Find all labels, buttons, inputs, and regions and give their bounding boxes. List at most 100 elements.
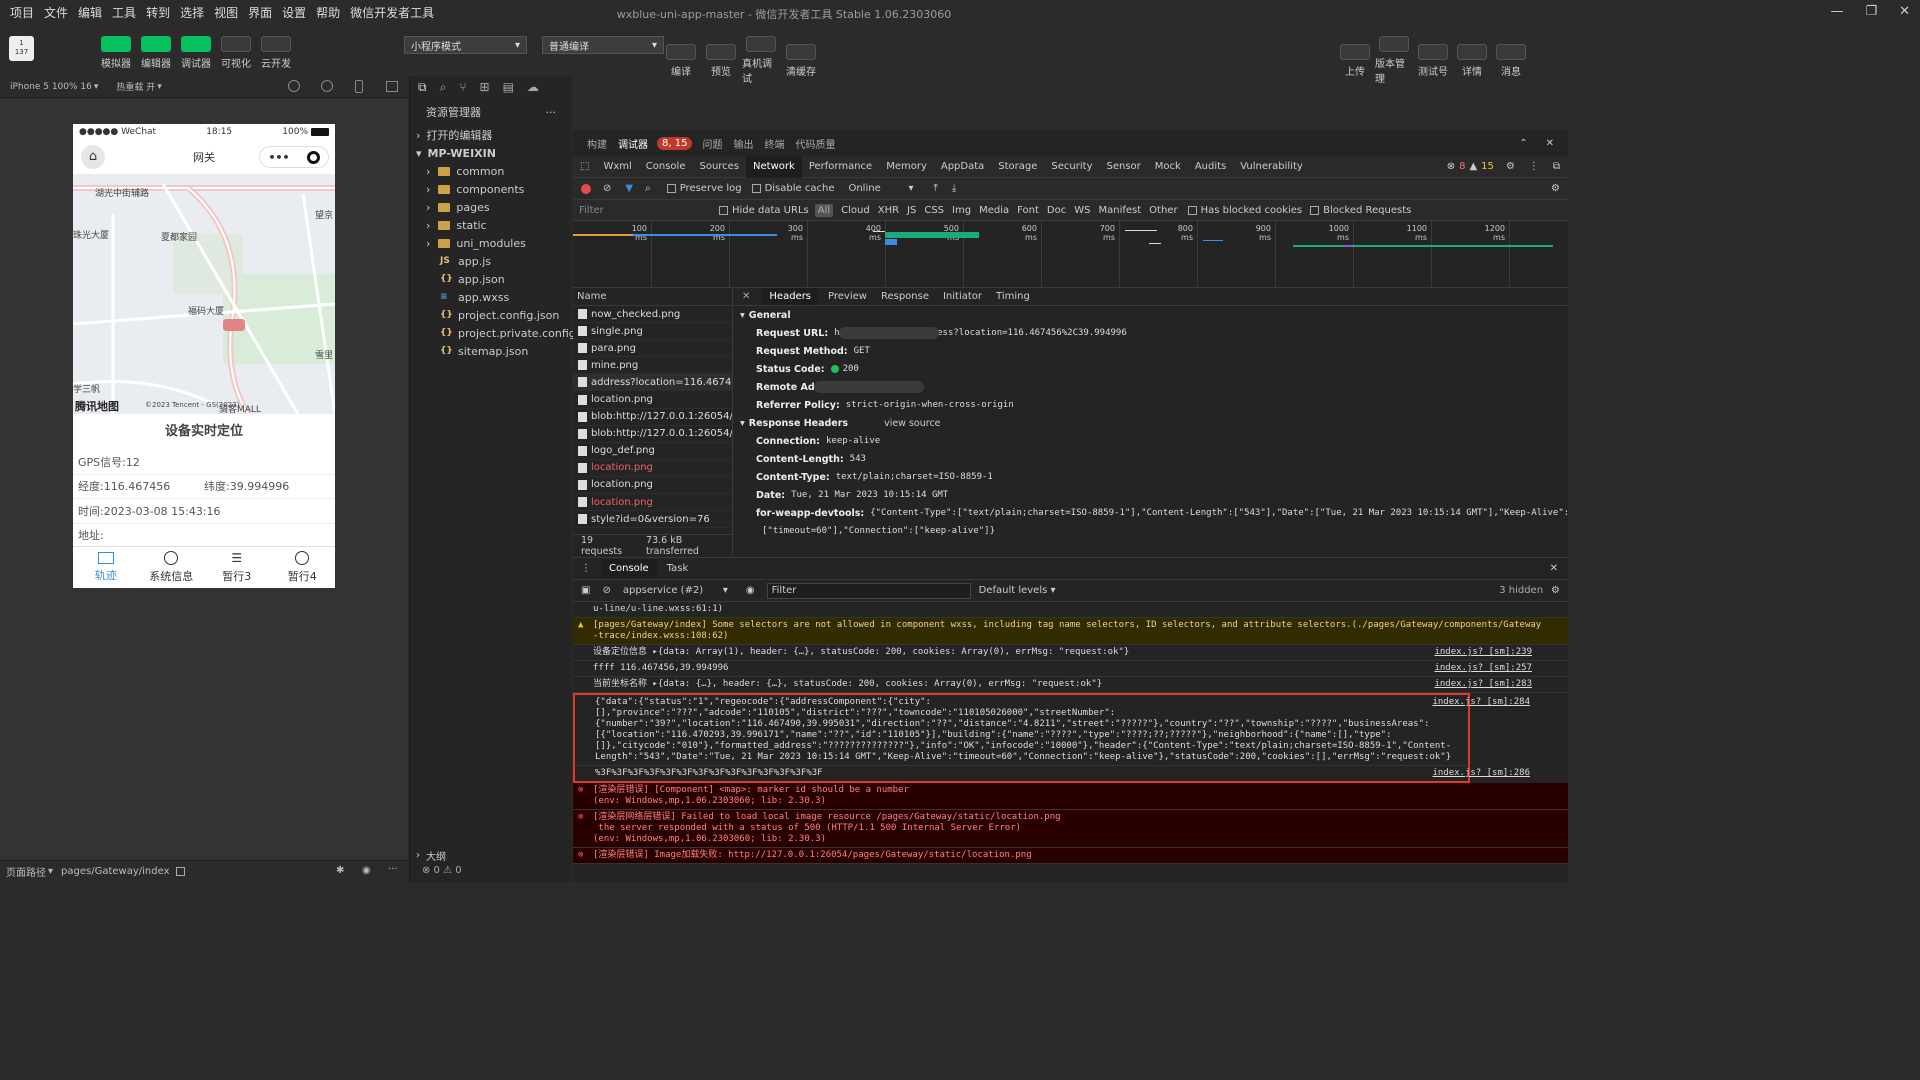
console-message[interactable]: ⊗ [渲染层错误] Image加载失败: http://127.0.0.1:260… (573, 848, 1568, 864)
minimize-icon[interactable]: — (1830, 4, 1843, 19)
request-row[interactable]: single.png (573, 323, 732, 341)
cloud-icon[interactable]: ☁ (527, 80, 539, 94)
search-icon[interactable]: ⌕ (645, 183, 651, 194)
files-icon[interactable]: ⧉ (418, 80, 427, 95)
blocked-cookies-checkbox[interactable] (1187, 205, 1197, 215)
close-icon[interactable]: ✕ (1546, 138, 1554, 149)
blocked-requests-checkbox[interactable] (1310, 205, 1320, 215)
storage-icon[interactable]: ▤ (503, 80, 514, 94)
console-message[interactable]: {"data":{"status":"1","regeocode":{"addr… (573, 693, 1530, 766)
clear-console-icon[interactable]: ⊘ (602, 585, 610, 596)
more-icon[interactable]: ••• (268, 151, 289, 164)
type-filter-ws[interactable]: WS (1074, 205, 1090, 216)
request-row[interactable]: blob:http://127.0.0.1:26054/a7 (573, 409, 732, 426)
phone-icon[interactable] (355, 80, 363, 93)
preserve-log-checkbox[interactable] (666, 184, 676, 193)
request-row[interactable]: logo_def.png (573, 443, 732, 460)
chevron-up-icon[interactable]: ⌃ (1519, 138, 1527, 149)
eye-icon[interactable]: ◉ (746, 585, 755, 596)
file-item[interactable]: {} project.private.config.js... (410, 324, 599, 342)
toolbar-button[interactable]: 详情 (1453, 43, 1491, 78)
git-icon[interactable]: ⑂ (459, 80, 466, 94)
request-row[interactable]: now_checked.png (573, 306, 732, 324)
file-item[interactable]: {} app.json (410, 270, 572, 288)
tab-console[interactable]: Console (639, 156, 693, 178)
open-editors-header[interactable]: › 打开的编辑器 (410, 126, 572, 144)
top-tab[interactable]: 代码质量 (795, 136, 835, 151)
file-item[interactable]: ≡ app.wxss (410, 288, 572, 306)
toolbar-button[interactable]: 版本管理 (1375, 36, 1413, 85)
top-tab[interactable]: 输出 (733, 136, 753, 151)
more-icon[interactable]: ··· (388, 864, 398, 875)
problems-status[interactable]: ⊗ 0 ⚠ 0 (422, 865, 462, 876)
name-column-header[interactable]: Name (573, 288, 732, 306)
request-row[interactable]: blob:http://127.0.0.1:26054/a7 (573, 426, 732, 443)
type-filter-other[interactable]: Other (1149, 205, 1177, 216)
folder-item[interactable]: › static (410, 216, 572, 234)
console-message[interactable]: u-line/u-line.wxss:61:1) (573, 602, 1568, 618)
console-message[interactable]: 当前坐标名称 ▸{data: {…}, header: {…}, statusC… (573, 677, 1568, 693)
toolbar-button[interactable]: 真机调试 (742, 36, 780, 85)
map-view[interactable]: 湖光中街辅路 珠光大厦 夏都家园 福码大厦 望京 雪里 学三帆 骑客MALL 腾… (73, 174, 335, 414)
tab-console[interactable]: Console (601, 559, 657, 578)
top-tab[interactable]: 构建 (587, 136, 607, 151)
log-levels-select[interactable]: Default levels ▾ (979, 585, 1056, 596)
more-icon[interactable]: ⋮ (1529, 161, 1539, 172)
close-icon[interactable]: ✕ (1899, 4, 1910, 19)
tab-performance[interactable]: Performance (802, 156, 879, 178)
file-item[interactable]: JS app.js (410, 252, 572, 270)
source-link[interactable]: index.js? [sm]:283 (1434, 679, 1532, 690)
tab-sources[interactable]: Sources (692, 156, 746, 178)
toolbar-button[interactable]: 调试器 (177, 36, 215, 70)
tab-audits[interactable]: Audits (1188, 156, 1233, 178)
tab-task[interactable]: Task (659, 559, 697, 578)
request-row[interactable]: mine.png (573, 357, 732, 375)
tab-storage[interactable]: Storage (991, 156, 1044, 178)
type-filter-xhr[interactable]: XHR (878, 205, 899, 216)
stop-icon[interactable] (321, 80, 333, 92)
context-select[interactable]: appservice (#2) (623, 585, 723, 596)
settings-icon[interactable]: ⚙ (1551, 183, 1560, 194)
request-row[interactable]: location.png (573, 460, 732, 477)
tab-track[interactable]: 轨迹 (73, 547, 139, 588)
request-row[interactable]: location.png (573, 391, 732, 409)
eye-icon[interactable]: ◉ (362, 865, 371, 876)
bug-icon[interactable]: ✱ (336, 865, 344, 876)
hot-reload-toggle[interactable]: 热重载 开 (116, 80, 155, 93)
source-link[interactable]: index.js? [sm]:286 (1432, 768, 1530, 779)
page-path-label[interactable]: 页面路径 (6, 864, 46, 879)
file-item[interactable]: {} sitemap.json (410, 342, 572, 360)
settings-icon[interactable]: ⚙ (1506, 161, 1515, 172)
hide-data-urls-checkbox[interactable] (719, 205, 728, 215)
tab-sensor[interactable]: Sensor (1100, 156, 1148, 178)
copy-icon[interactable] (175, 867, 185, 876)
type-filter-font[interactable]: Font (1017, 205, 1039, 216)
type-filter-cloud[interactable]: Cloud (841, 205, 870, 216)
console-message[interactable]: ▲ [pages/Gateway/index] Some selectors ar… (573, 618, 1568, 645)
toolbar-button[interactable]: 编译 (662, 43, 700, 78)
tab-initiator[interactable]: Initiator (939, 291, 986, 302)
top-tab[interactable]: 调试器 (618, 136, 648, 151)
throttle-select[interactable]: Online (848, 183, 908, 194)
popout-icon[interactable] (386, 81, 398, 92)
inspect-icon[interactable]: ⬚ (573, 156, 596, 178)
extensions-icon[interactable]: ⊞ (480, 80, 490, 94)
tab-headers[interactable]: Headers (762, 288, 819, 305)
toolbar-button[interactable]: 清缓存 (782, 43, 820, 78)
reload-icon[interactable] (288, 80, 300, 92)
clear-icon[interactable]: ⊘ (603, 183, 611, 194)
more-icon[interactable]: ··· (546, 106, 557, 119)
download-icon[interactable]: ⤓ (952, 183, 956, 194)
toolbar-button[interactable]: 可视化 (217, 36, 255, 70)
tab-placeholder-3[interactable]: ☰ 暂行3 (204, 547, 270, 588)
general-section-header[interactable]: ▾ General (734, 306, 1568, 324)
type-filter-manifest[interactable]: Manifest (1098, 205, 1141, 216)
type-filter-media[interactable]: Media (979, 205, 1009, 216)
console-message[interactable]: 设备定位信息 ▸{data: Array(1), header: {…}, st… (573, 645, 1568, 661)
tab-mock[interactable]: Mock (1148, 156, 1188, 178)
tab-response[interactable]: Response (877, 291, 933, 302)
toolbar-button[interactable]: 上传 (1336, 43, 1374, 78)
sidebar-toggle-icon[interactable]: ▣ (581, 585, 590, 596)
top-tab[interactable]: 终端 (764, 136, 784, 151)
toolbar-button[interactable]: 云开发 (257, 36, 295, 70)
